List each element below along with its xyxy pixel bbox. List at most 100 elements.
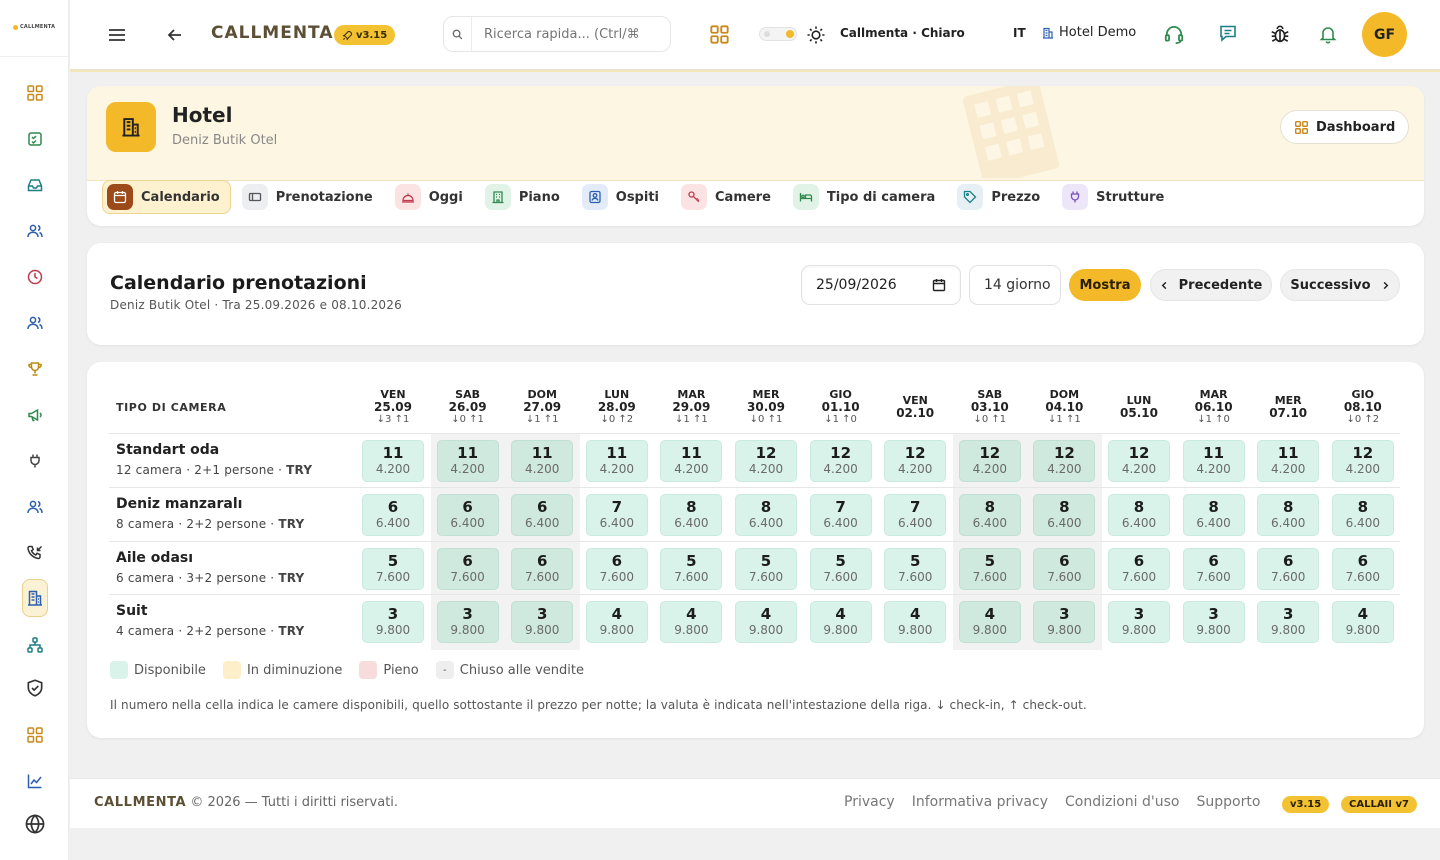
availability-cell[interactable]: 8 6.400 (1331, 494, 1394, 536)
sidebar-item-network[interactable] (22, 632, 48, 658)
sidebar-item-dashboard[interactable] (22, 80, 48, 106)
tab-strutture[interactable]: Strutture (1057, 180, 1175, 214)
next-button[interactable]: Successivo (1280, 269, 1400, 301)
tab-prezzo[interactable]: Prezzo (952, 180, 1051, 214)
back-button[interactable] (166, 26, 184, 44)
availability-cell[interactable]: 5 7.600 (735, 548, 797, 590)
tab-calendario[interactable]: Calendario (102, 180, 231, 214)
availability-cell[interactable]: 5 7.600 (660, 548, 723, 590)
bug-report-button[interactable] (1269, 23, 1291, 45)
availability-cell[interactable]: 11 4.200 (1182, 440, 1245, 482)
sidebar-item-team[interactable] (22, 310, 48, 336)
availability-cell[interactable]: 4 9.800 (809, 601, 872, 643)
availability-cell[interactable]: 8 6.400 (958, 494, 1021, 536)
availability-cell[interactable]: 6 6.400 (436, 494, 499, 536)
availability-cell[interactable]: 8 6.400 (660, 494, 723, 536)
theme-toggle[interactable] (759, 27, 797, 41)
availability-cell[interactable]: 4 9.800 (884, 601, 947, 643)
days-input[interactable]: 14 giorno (969, 265, 1061, 305)
sidebar-item-language[interactable] (22, 811, 48, 837)
sidebar-logo[interactable]: CALLMENTA (13, 24, 55, 30)
footer-link-privacy-policy[interactable]: Informativa privacy (912, 794, 1048, 810)
availability-cell[interactable]: 12 4.200 (735, 440, 797, 482)
tab-piano[interactable]: Piano (480, 180, 571, 214)
footer-link-terms[interactable]: Condizioni d'uso (1065, 794, 1179, 810)
availability-cell[interactable]: 7 6.400 (585, 494, 648, 536)
availability-cell[interactable]: 6 6.400 (511, 494, 574, 536)
availability-cell[interactable]: 11 4.200 (585, 440, 648, 482)
sidebar-item-security[interactable] (22, 675, 48, 701)
show-button[interactable]: Mostra (1069, 269, 1141, 301)
availability-cell[interactable]: 8 6.400 (1257, 494, 1320, 536)
dashboard-button[interactable]: Dashboard (1280, 110, 1410, 144)
sidebar-item-rewards[interactable] (22, 356, 48, 382)
availability-cell[interactable]: 4 9.800 (660, 601, 723, 643)
availability-cell[interactable]: 4 9.800 (735, 601, 797, 643)
notifications-button[interactable] (1318, 24, 1338, 44)
apps-button[interactable] (709, 24, 730, 45)
availability-cell[interactable]: 6 7.600 (436, 548, 499, 590)
availability-cell[interactable]: 11 4.200 (511, 440, 574, 482)
availability-cell[interactable]: 6 6.400 (362, 494, 424, 536)
availability-cell[interactable]: 5 7.600 (958, 548, 1021, 590)
availability-cell[interactable]: 7 6.400 (809, 494, 872, 536)
start-date-input[interactable]: 25/09/2026 (801, 265, 961, 305)
availability-cell[interactable]: 3 9.800 (1257, 601, 1320, 643)
availability-cell[interactable]: 11 4.200 (660, 440, 723, 482)
availability-cell[interactable]: 12 4.200 (1033, 440, 1096, 482)
support-button[interactable] (1163, 23, 1185, 45)
availability-cell[interactable]: 8 6.400 (1182, 494, 1245, 536)
tab-tipo-di-camera[interactable]: Tipo di camera (788, 180, 946, 214)
availability-cell[interactable]: 3 9.800 (1182, 601, 1245, 643)
sidebar-item-integrations[interactable] (22, 448, 48, 474)
availability-cell[interactable]: 6 7.600 (1033, 548, 1096, 590)
availability-cell[interactable]: 11 4.200 (1257, 440, 1320, 482)
availability-cell[interactable]: 6 7.600 (1331, 548, 1394, 590)
availability-cell[interactable]: 6 7.600 (1257, 548, 1320, 590)
availability-cell[interactable]: 8 6.400 (1108, 494, 1170, 536)
sidebar-item-reports[interactable] (22, 768, 48, 794)
availability-cell[interactable]: 7 6.400 (884, 494, 947, 536)
availability-cell[interactable]: 3 9.800 (1033, 601, 1096, 643)
theme-label[interactable]: Callmenta · Chiaro (840, 26, 965, 40)
availability-cell[interactable]: 5 7.600 (884, 548, 947, 590)
availability-cell[interactable]: 5 7.600 (809, 548, 872, 590)
calendar-picker-icon[interactable] (932, 278, 946, 292)
room-type-label[interactable]: Suit 4 camera · 2+2 persone · TRY (116, 603, 304, 638)
language-selector[interactable]: IT (1013, 26, 1026, 40)
availability-cell[interactable]: 12 4.200 (884, 440, 947, 482)
availability-cell[interactable]: 11 4.200 (362, 440, 424, 482)
brand-title[interactable]: CALLMENTA (211, 23, 334, 43)
availability-cell[interactable]: 12 4.200 (1108, 440, 1170, 482)
chat-button[interactable] (1218, 23, 1238, 43)
availability-cell[interactable]: 6 7.600 (1182, 548, 1245, 590)
sidebar-item-contacts[interactable] (22, 218, 48, 244)
availability-cell[interactable]: 6 7.600 (585, 548, 648, 590)
availability-cell[interactable]: 12 4.200 (1331, 440, 1394, 482)
room-type-label[interactable]: Standart oda 12 camera · 2+1 persone · TR… (116, 442, 312, 477)
user-avatar[interactable]: GF (1362, 12, 1407, 57)
previous-button[interactable]: Precedente (1150, 269, 1272, 301)
availability-cell[interactable]: 3 9.800 (511, 601, 574, 643)
sidebar-item-history[interactable] (22, 264, 48, 290)
sidebar-item-campaigns[interactable] (22, 402, 48, 428)
tab-oggi[interactable]: Oggi (390, 180, 474, 214)
availability-cell[interactable]: 8 6.400 (735, 494, 797, 536)
availability-cell[interactable]: 4 9.800 (585, 601, 648, 643)
sidebar-item-tasks[interactable] (22, 126, 48, 152)
tab-camere[interactable]: Camere (676, 180, 782, 214)
room-type-label[interactable]: Aile odası 6 camera · 3+2 persone · TRY (116, 550, 304, 585)
availability-cell[interactable]: 11 4.200 (436, 440, 499, 482)
hotel-selector[interactable]: Hotel Demo (1042, 25, 1136, 40)
tab-ospiti[interactable]: Ospiti (577, 180, 670, 214)
search-input[interactable] (472, 26, 662, 42)
availability-cell[interactable]: 4 9.800 (1331, 601, 1394, 643)
sidebar-item-modules[interactable] (22, 722, 48, 748)
availability-cell[interactable]: 5 7.600 (362, 548, 424, 590)
footer-link-support[interactable]: Supporto (1196, 794, 1260, 810)
availability-cell[interactable]: 12 4.200 (958, 440, 1021, 482)
sidebar-item-calls[interactable] (22, 540, 48, 566)
availability-cell[interactable]: 12 4.200 (809, 440, 872, 482)
menu-button[interactable] (107, 25, 127, 45)
sidebar-item-agents[interactable] (22, 494, 48, 520)
